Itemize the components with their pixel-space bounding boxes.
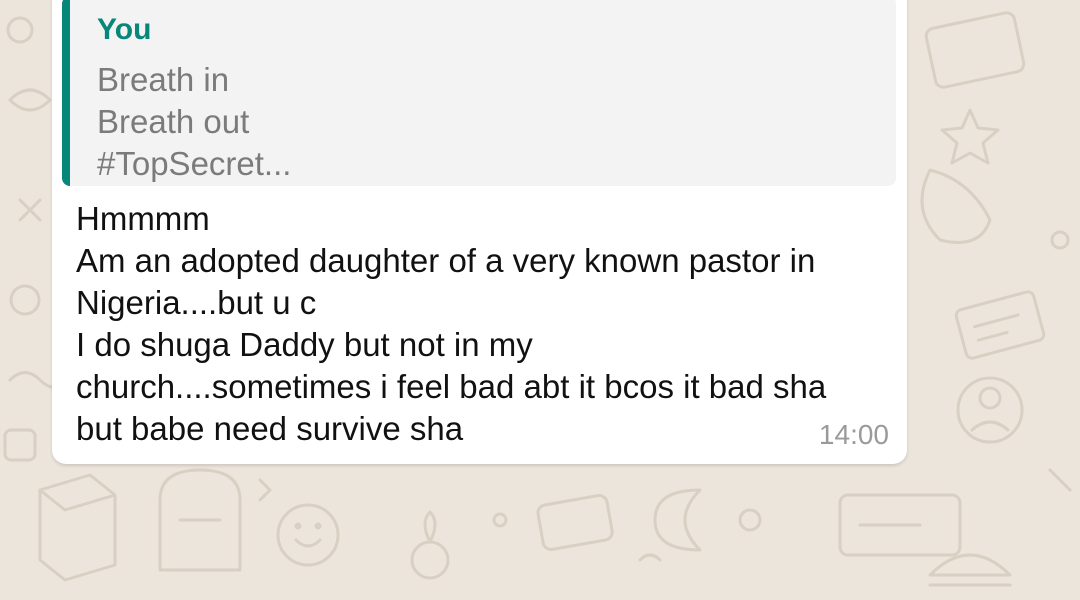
doodle-burger-icon [928,553,1012,587]
doodle-box-icon [38,473,117,582]
doodle-face-icon [276,503,340,567]
message-text: Hmmmm Am an adopted daughter of a very k… [76,198,826,450]
message-text-line: church....sometimes i feel bad abt it bc… [76,368,827,405]
message-text-line: Am an adopted daughter of a very known p… [76,242,816,279]
quoted-message[interactable]: You Breath in Breath out #TopSecret... [62,0,896,186]
doodle-star-icon [940,108,1000,165]
quoted-text: Breath in Breath out #TopSecret... [97,59,291,185]
quoted-text-line: Breath in [97,61,230,98]
doodle-moon-icon [653,488,702,552]
message-text-line: Hmmmm [76,200,210,237]
doodle-flower-icon [410,540,450,580]
quoted-text-line: Breath out [97,103,250,140]
message-text-line: but babe need survive sha [76,410,464,447]
doodle-note-icon [954,290,1046,360]
message-text-line: I do shuga Daddy but not in my [76,326,533,363]
doodle-card-icon [924,11,1026,89]
message-text-line: Nigeria....but u c [76,284,317,321]
doodle-backpack-icon [158,468,242,572]
doodle-chat-icon [536,494,614,551]
doodle-guitar-icon [920,168,992,244]
message-bubble[interactable]: You Breath in Breath out #TopSecret... H… [52,0,907,464]
quoted-text-line: #TopSecret... [97,145,292,182]
quote-accent-bar [62,0,70,186]
message-timestamp: 14:00 [818,419,889,450]
quoted-author: You [97,13,152,46]
